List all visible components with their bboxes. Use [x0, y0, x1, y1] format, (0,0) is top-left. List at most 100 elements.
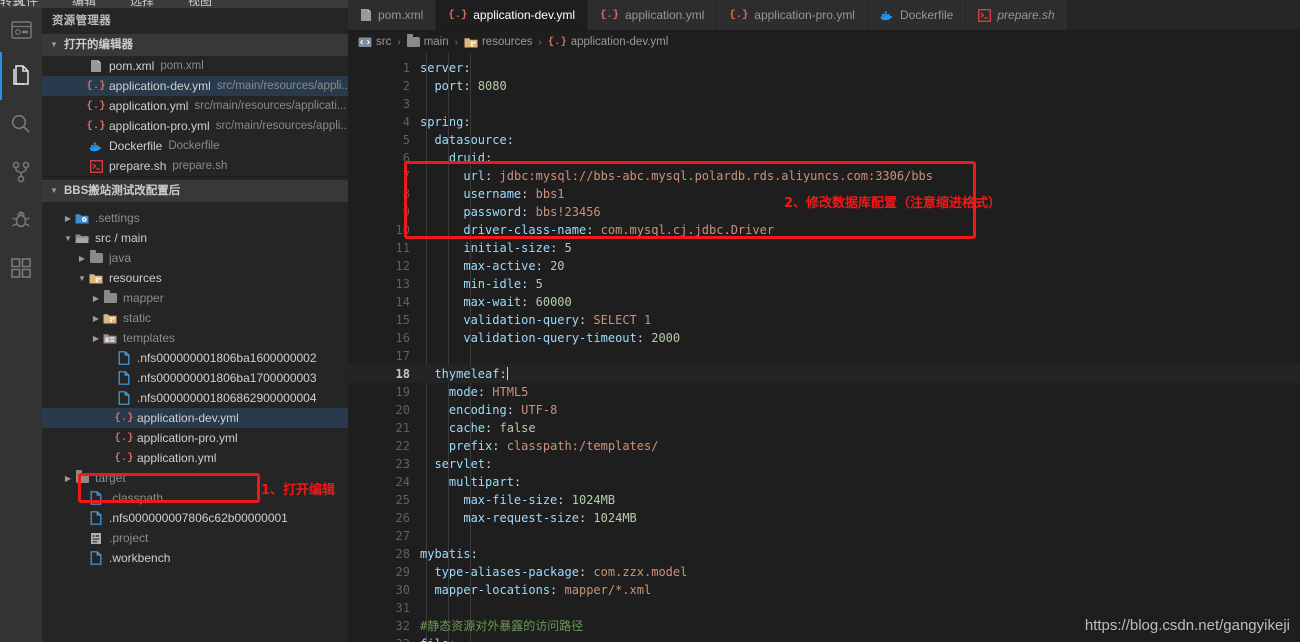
code-editor[interactable]: 1 server: 2 port: 8080 3 4 spring: 5 datasourc… [348, 53, 1300, 642]
line-number: 33 [348, 635, 410, 642]
shell-icon [88, 158, 104, 174]
line-number: 8 [402, 187, 410, 201]
line-number: 3 [402, 97, 410, 111]
tree-item[interactable]: ▶{.}application-dev.yml [42, 408, 348, 428]
tree-item-label: .project [109, 531, 149, 545]
debug-icon[interactable] [0, 196, 42, 244]
tree-item-label: .nfs000000001806ba1700000003 [137, 371, 317, 385]
code-line: 1 server: [348, 59, 1300, 77]
code-text: server: [420, 61, 471, 75]
folder-open-icon [74, 230, 90, 246]
editor-tab[interactable]: pom.xml [348, 0, 437, 30]
open-editor-item[interactable]: {.} application-pro.yml src/main/resources… [42, 116, 348, 136]
extensions-icon[interactable] [0, 244, 42, 292]
open-editor-item[interactable]: {.} application-dev.yml src/main/resources… [42, 76, 348, 96]
code-text: port: 8080 [434, 79, 507, 93]
yml-icon: {.} [114, 451, 134, 464]
source-control-icon[interactable] [0, 148, 42, 196]
xml-icon [88, 58, 104, 74]
tree-item[interactable]: ▶ mapper [42, 288, 348, 308]
chevron-right-icon[interactable]: ▶ [90, 294, 102, 303]
line-number: 24 [395, 475, 410, 489]
folder-resources-icon [88, 270, 104, 286]
chevron-down-icon[interactable]: ▼ [76, 274, 88, 283]
open-editors-header[interactable]: ▼ 打开的编辑器 [42, 34, 348, 56]
breadcrumb-item[interactable]: {.} application-dev.yml [548, 36, 669, 48]
code-line: 11 initial-size: 5 [348, 239, 1300, 257]
line-number: 13 [395, 277, 410, 291]
chevron-down-icon[interactable]: ▼ [62, 234, 74, 243]
tree-item[interactable]: ▶ java [42, 248, 348, 268]
code-text: multipart: [448, 475, 522, 489]
project-header[interactable]: ▼ BBS搬站测试改配置后 [42, 180, 348, 202]
tree-item[interactable]: ▼ resources [42, 268, 348, 288]
line-number: 32 [395, 619, 410, 633]
editor-tab-label: application-pro.yml [754, 8, 855, 22]
code-text: max-request-size: 1024MB [463, 511, 637, 525]
breadcrumb-item[interactable]: main [406, 34, 449, 48]
code-line: 29 type-aliases-package: com.zzx.model [348, 563, 1300, 581]
open-editor-item[interactable]: pom.xml pom.xml [42, 56, 348, 76]
tree-item[interactable]: ▶.nfs000000001806ba1700000003 [42, 368, 348, 388]
project-name-label: BBS搬站测试改配置后 [64, 185, 181, 197]
line-number: 30 [395, 583, 410, 597]
tree-item-label: .nfs000000001806ba1600000002 [137, 351, 317, 365]
open-editor-item[interactable]: Dockerfile Dockerfile [42, 136, 348, 156]
tree-item[interactable]: ▶{.}application-pro.yml [42, 428, 348, 448]
tree-item[interactable]: ▶.nfs000000007806c62b00000001 [42, 508, 348, 528]
file-tree: ▶ .settings ▼ src / main ▶ java ▼ resources ▶ map… [42, 208, 348, 568]
editor-tab[interactable]: prepare.sh [966, 0, 1068, 30]
chevron-right-icon[interactable]: ▶ [62, 474, 74, 483]
chevron-right-icon[interactable]: ▶ [90, 314, 102, 323]
tree-item[interactable]: ▶.nfs000000001806ba1600000002 [42, 348, 348, 368]
line-number: 23 [395, 457, 410, 471]
code-line: 23 servlet: [348, 455, 1300, 473]
open-editor-item[interactable]: prepare.sh prepare.sh [42, 156, 348, 176]
open-editor-item[interactable]: {.} application.yml src/main/resources/app… [42, 96, 348, 116]
menu-item-select[interactable]: 选择 [130, 0, 154, 8]
editor-tab[interactable]: {.} application-pro.yml [717, 0, 868, 30]
tree-item[interactable]: ▶.project [42, 528, 348, 548]
menu-item-goto[interactable]: 转到 [0, 0, 24, 8]
line-number: 2 [402, 79, 410, 93]
open-editor-name: Dockerfile [109, 139, 163, 153]
breadcrumb-label: resources [481, 36, 533, 48]
menu-item-edit[interactable]: 编辑 [72, 0, 96, 8]
code-text: type-aliases-package: com.zzx.model [434, 565, 688, 579]
line-number: 17 [395, 349, 410, 363]
activity-bar [0, 8, 42, 642]
search-icon[interactable] [0, 100, 42, 148]
tree-item-label: mapper [123, 291, 164, 305]
editor-tab[interactable]: {.} application.yml [588, 0, 718, 30]
tree-item[interactable]: ▶ static [42, 308, 348, 328]
tree-item[interactable]: ▶.nfs000000001806862900000004 [42, 388, 348, 408]
tree-item[interactable]: ▶ templates [42, 328, 348, 348]
editor-tab[interactable]: Dockerfile [867, 0, 967, 30]
tree-item[interactable]: ▶{.}application.yml [42, 448, 348, 468]
folder-icon [74, 470, 90, 486]
breadcrumb-item[interactable]: src [358, 36, 391, 48]
tree-item[interactable]: ▶.workbench [42, 548, 348, 568]
tree-item[interactable]: ▶ .settings [42, 208, 348, 228]
open-editor-name: application.yml [109, 99, 189, 113]
chevron-right-icon[interactable]: ▶ [90, 334, 102, 343]
line-number: 25 [395, 493, 410, 507]
annotation-step1: 1、打开编辑 [261, 483, 336, 498]
yml-icon: {.} [600, 9, 619, 21]
code-text: max-file-size: 1024MB [463, 493, 616, 507]
open-editor-name: prepare.sh [109, 159, 167, 173]
tree-item-label: src / main [95, 231, 148, 245]
code-line: 15 validation-query: SELECT 1 [348, 311, 1300, 329]
remote-explorer-icon[interactable] [0, 8, 42, 52]
code-line: 21 cache: false [348, 419, 1300, 437]
chevron-right-icon[interactable]: ▶ [76, 254, 88, 263]
breadcrumb-item[interactable]: resources [464, 36, 533, 48]
code-line: 30 mapper-locations: mapper/*.xml [348, 581, 1300, 599]
editor-tab[interactable]: {.} application-dev.yml [436, 0, 589, 30]
file-icon [88, 510, 104, 526]
menu-item-view[interactable]: 视图 [188, 0, 212, 8]
line-number: 16 [395, 331, 410, 345]
tree-item[interactable]: ▼ src / main [42, 228, 348, 248]
chevron-right-icon[interactable]: ▶ [62, 214, 74, 223]
files-explorer-icon[interactable] [0, 52, 42, 100]
